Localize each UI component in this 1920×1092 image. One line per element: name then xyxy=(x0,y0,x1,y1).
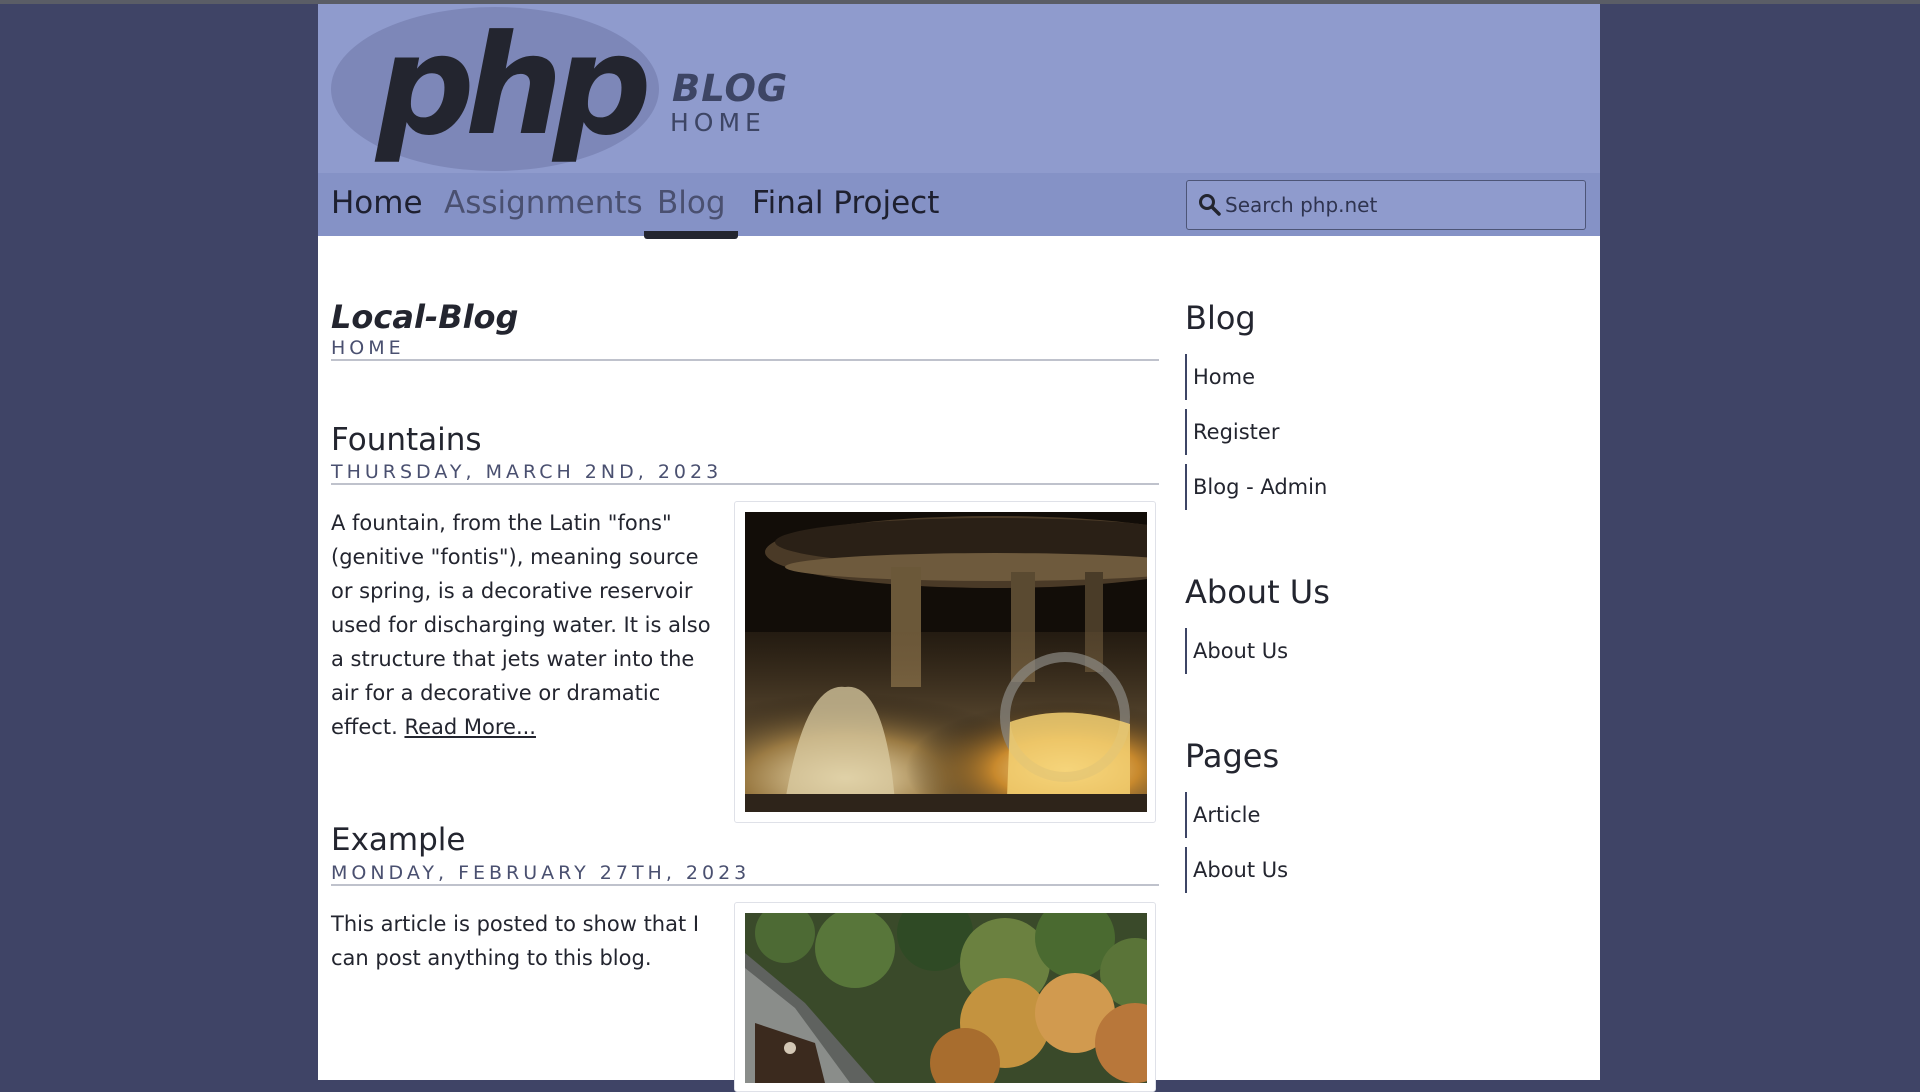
article-excerpt-text: A fountain, from the Latin "fons" (genit… xyxy=(331,511,711,739)
read-more-link[interactable]: Read More... xyxy=(404,715,536,739)
article-divider xyxy=(331,884,1159,886)
article-image-temple[interactable] xyxy=(734,902,1156,1092)
page-container: php BLOG HOME Home Assignments Blog Fina… xyxy=(318,4,1600,1092)
article-date: MONDAY, FEBRUARY 27TH, 2023 xyxy=(331,862,751,884)
php-logo[interactable]: php xyxy=(331,7,659,171)
sidebar-link-blog-admin[interactable]: Blog - Admin xyxy=(1185,464,1485,510)
nav-final-project[interactable]: Final Project xyxy=(752,185,939,221)
sidebar-link-home[interactable]: Home xyxy=(1185,354,1485,400)
article-title-fountains[interactable]: Fountains xyxy=(331,422,482,458)
sidebar-link-pages-about-us[interactable]: About Us xyxy=(1185,847,1485,893)
search-box[interactable] xyxy=(1186,180,1586,230)
nav-blog[interactable]: Blog xyxy=(657,185,726,221)
nav-home[interactable]: Home xyxy=(331,185,423,221)
sidebar-link-article[interactable]: Article xyxy=(1185,792,1485,838)
sidebar-heading-pages: Pages xyxy=(1185,737,1280,775)
nav-active-indicator xyxy=(644,231,738,239)
site-header: php BLOG HOME xyxy=(318,4,1600,173)
logo-blog-label: BLOG xyxy=(672,67,789,110)
article-excerpt: A fountain, from the Latin "fons" (genit… xyxy=(331,506,721,744)
fountain-image xyxy=(745,512,1147,812)
title-divider xyxy=(331,359,1159,361)
page-subtitle: HOME xyxy=(331,337,405,359)
search-input[interactable] xyxy=(1225,181,1581,229)
article-excerpt-text: This article is posted to show that I ca… xyxy=(331,912,700,970)
search-icon xyxy=(1199,194,1221,216)
logo-home-label: HOME xyxy=(670,108,766,137)
php-logo-text: php xyxy=(376,5,652,166)
article-title-example[interactable]: Example xyxy=(331,822,466,858)
temple-image xyxy=(745,913,1147,1083)
nav-assignments[interactable]: Assignments xyxy=(444,185,643,221)
sidebar-heading-about: About Us xyxy=(1185,573,1330,611)
article-image-fountain[interactable] xyxy=(734,501,1156,823)
sidebar-link-register[interactable]: Register xyxy=(1185,409,1485,455)
article-divider xyxy=(331,483,1159,485)
article-date: THURSDAY, MARCH 2ND, 2023 xyxy=(331,461,723,483)
article-excerpt: This article is posted to show that I ca… xyxy=(331,907,721,975)
sidebar-heading-blog: Blog xyxy=(1185,299,1256,337)
page-title: Local-Blog xyxy=(331,298,519,336)
sidebar-link-about-us[interactable]: About Us xyxy=(1185,628,1485,674)
